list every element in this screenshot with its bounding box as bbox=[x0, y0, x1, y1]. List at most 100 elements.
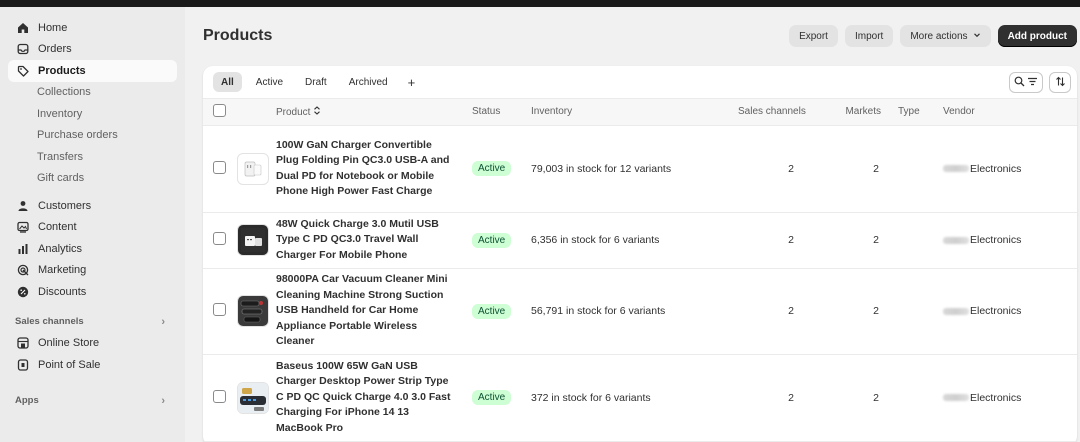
sort-button[interactable] bbox=[1049, 72, 1071, 93]
sidebar-item-analytics[interactable]: Analytics bbox=[8, 238, 177, 260]
page-title: Products bbox=[203, 27, 273, 44]
tab-archived[interactable]: Archived bbox=[341, 72, 396, 92]
vendor-cell: Electronics bbox=[943, 392, 1077, 404]
sidebar-subitem-inventory[interactable]: Inventory bbox=[8, 103, 177, 125]
table-row[interactable]: Baseus 100W 65W GaN USB Charger Desktop … bbox=[203, 354, 1077, 441]
status-badge: Active bbox=[472, 232, 512, 248]
product-name-link[interactable]: 48W Quick Charge 3.0 Mutil USB Type C PD… bbox=[273, 212, 472, 268]
apps-label: Apps bbox=[15, 395, 39, 406]
chevron-right-icon: › bbox=[161, 394, 165, 407]
sidebar-item-marketing[interactable]: Marketing bbox=[8, 260, 177, 282]
sidebar-item-label: Online Store bbox=[38, 337, 100, 350]
products-card: All Active Draft Archived + Product Stat… bbox=[203, 66, 1077, 442]
inventory-cell: 56,791 in stock for 6 variants bbox=[531, 305, 666, 317]
column-header-type: Type bbox=[898, 106, 920, 118]
status-badge: Active bbox=[472, 390, 512, 405]
add-product-button[interactable]: Add product bbox=[997, 25, 1077, 47]
sales-channels-cell: 2 bbox=[788, 234, 794, 246]
inventory-cell: 6,356 in stock for 6 variants bbox=[531, 234, 660, 246]
type-cell bbox=[888, 212, 943, 268]
markets-cell: 2 bbox=[873, 234, 879, 246]
markets-cell: 2 bbox=[873, 162, 879, 175]
product-name-link[interactable]: 100W GaN Charger Convertible Plug Foldin… bbox=[273, 125, 472, 212]
sidebar-item-discounts[interactable]: Discounts bbox=[8, 281, 177, 303]
target-icon bbox=[16, 263, 30, 277]
sidebar-item-customers[interactable]: Customers bbox=[8, 195, 177, 217]
sidebar-subitem-gift-cards[interactable]: Gift cards bbox=[8, 168, 177, 190]
redacted-vendor-prefix bbox=[943, 236, 969, 244]
product-thumbnail[interactable] bbox=[237, 381, 269, 414]
sidebar-item-label: Discounts bbox=[38, 285, 87, 298]
sidebar-item-point-of-sale[interactable]: Point of Sale bbox=[8, 354, 177, 376]
product-name-link[interactable]: 98000PA Car Vacuum Cleaner Mini Cleaning… bbox=[273, 268, 472, 354]
row-checkbox[interactable] bbox=[213, 160, 226, 174]
export-button[interactable]: Export bbox=[789, 25, 838, 47]
sidebar-item-home[interactable]: Home bbox=[8, 17, 177, 39]
tab-draft[interactable]: Draft bbox=[297, 72, 335, 92]
product-thumbnail[interactable] bbox=[237, 224, 269, 256]
column-header-vendor: Vendor bbox=[943, 106, 975, 118]
sidebar-subitem-collections[interactable]: Collections bbox=[8, 82, 177, 104]
column-header-markets: Markets bbox=[845, 106, 881, 118]
inventory-cell: 79,003 in stock for 12 variants bbox=[531, 162, 672, 175]
table-row[interactable]: 100W GaN Charger Convertible Plug Foldin… bbox=[203, 125, 1077, 212]
table-row[interactable]: 98000PA Car Vacuum Cleaner Mini Cleaning… bbox=[203, 268, 1077, 354]
column-header-inventory: Inventory bbox=[531, 106, 573, 118]
sidebar-subitem-transfers[interactable]: Transfers bbox=[8, 146, 177, 168]
chevron-down-icon bbox=[973, 31, 981, 41]
sidebar-item-content[interactable]: Content bbox=[8, 217, 177, 239]
column-header-status: Status bbox=[472, 106, 501, 118]
row-checkbox[interactable] bbox=[213, 303, 226, 316]
redacted-vendor-prefix bbox=[943, 307, 969, 315]
import-button[interactable]: Import bbox=[844, 25, 894, 47]
bar-chart-icon bbox=[16, 242, 30, 256]
inbox-icon bbox=[16, 42, 30, 56]
status-badge: Active bbox=[472, 161, 512, 176]
sort-icon bbox=[1055, 76, 1066, 90]
sales-channels-cell: 2 bbox=[788, 305, 794, 317]
sidebar-subitem-purchase-orders[interactable]: Purchase orders bbox=[8, 125, 177, 147]
select-all-checkbox[interactable] bbox=[213, 103, 226, 117]
main-content: Products Export Import More actions Add … bbox=[185, 7, 1080, 442]
markets-cell: 2 bbox=[873, 391, 879, 404]
sidebar-item-label: Point of Sale bbox=[38, 358, 101, 371]
filter-icon bbox=[1027, 76, 1038, 90]
sidebar-item-products[interactable]: Products bbox=[8, 60, 177, 82]
product-thumbnail[interactable] bbox=[237, 295, 269, 327]
sidebar-item-label: Customers bbox=[38, 199, 92, 212]
column-header-product[interactable]: Product bbox=[273, 99, 472, 125]
table-row[interactable]: 48W Quick Charge 3.0 Mutil USB Type C PD… bbox=[203, 212, 1077, 268]
type-cell bbox=[888, 125, 943, 212]
content-icon bbox=[16, 220, 30, 234]
top-bar bbox=[0, 0, 1080, 7]
products-table: Product Status Inventory Sales channels … bbox=[203, 99, 1077, 442]
row-checkbox[interactable] bbox=[213, 232, 226, 245]
type-cell bbox=[888, 354, 943, 441]
tag-icon bbox=[16, 64, 30, 78]
sidebar-item-orders[interactable]: Orders bbox=[8, 39, 177, 61]
sales-channels-cell: 2 bbox=[788, 162, 794, 175]
add-view-button[interactable]: + bbox=[402, 72, 422, 92]
tab-active[interactable]: Active bbox=[248, 72, 291, 92]
more-actions-button[interactable]: More actions bbox=[900, 25, 991, 47]
inventory-cell: 372 in stock for 6 variants bbox=[531, 391, 651, 404]
sort-toggle-icon bbox=[313, 106, 321, 118]
sidebar-item-label: Marketing bbox=[38, 264, 87, 277]
sidebar-item-online-store[interactable]: Online Store bbox=[8, 333, 177, 355]
table-header-row: Product Status Inventory Sales channels … bbox=[203, 99, 1077, 125]
table-tools bbox=[1009, 72, 1071, 93]
sidebar: Home Orders Products Collections Invento… bbox=[0, 7, 185, 442]
search-icon bbox=[1014, 76, 1025, 90]
redacted-vendor-prefix bbox=[943, 394, 969, 401]
product-thumbnail[interactable] bbox=[237, 152, 269, 185]
row-checkbox[interactable] bbox=[213, 389, 226, 403]
markets-cell: 2 bbox=[873, 305, 879, 317]
home-icon bbox=[16, 21, 30, 35]
search-filter-button[interactable] bbox=[1009, 72, 1043, 93]
tab-all[interactable]: All bbox=[213, 72, 242, 92]
column-header-sales-channels: Sales channels bbox=[738, 106, 806, 118]
product-name-link[interactable]: Baseus 100W 65W GaN USB Charger Desktop … bbox=[273, 354, 472, 441]
sidebar-item-label: Products bbox=[38, 64, 86, 77]
apps-section[interactable]: Apps › bbox=[8, 390, 177, 412]
sales-channels-section[interactable]: Sales channels › bbox=[8, 311, 177, 333]
